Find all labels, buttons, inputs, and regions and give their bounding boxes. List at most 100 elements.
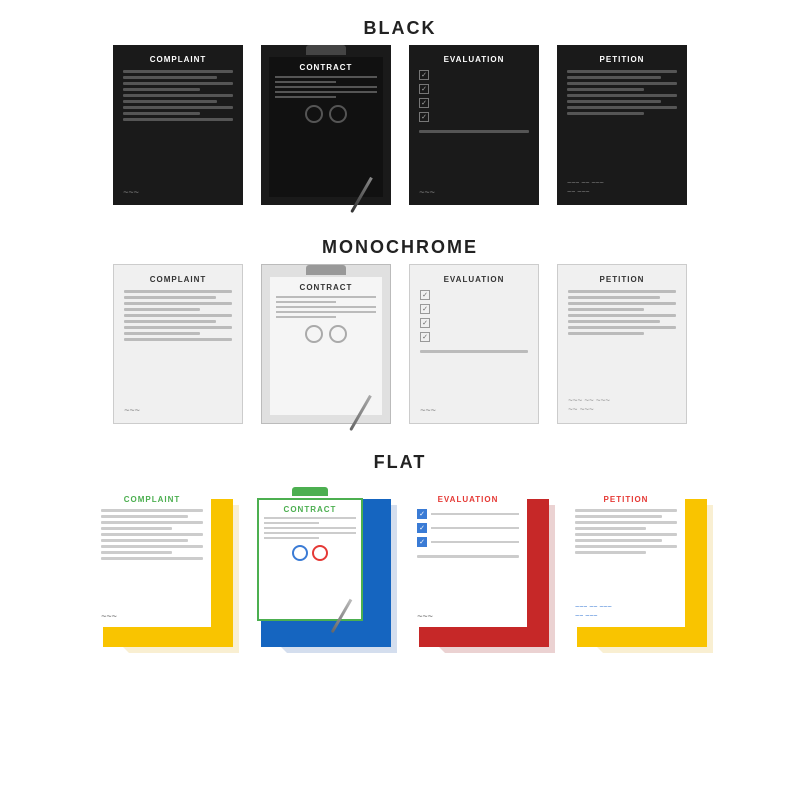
line [575,533,677,536]
complaint-flat[interactable]: COMPLAINT ~~~ [93,487,233,647]
contract-flat[interactable]: CONTRACT [251,487,391,647]
line [124,332,200,335]
evaluation-black[interactable]: EVALUATION ~~~ [409,45,539,205]
checkbox-1 [419,70,429,80]
line [123,118,233,121]
checkbox-2 [420,304,430,314]
contract-black-title: CONTRACT [275,63,377,72]
line [275,91,377,93]
line [264,517,356,519]
line [568,326,676,329]
signature: ~~~ [101,611,203,621]
monochrome-section: MONOCHROME COMPLAINT ~~~ CONTRACT [0,223,800,424]
line [124,338,232,341]
evaluation-flat[interactable]: EVALUATION ~~~ [409,487,549,647]
checkbox-4 [420,332,430,342]
line [276,306,376,308]
clipboard-body: CONTRACT [269,57,383,197]
flat-label: FLAT [0,442,800,479]
line [567,82,677,85]
line [123,106,233,109]
check-row-1 [419,70,433,80]
clipboard-clip [292,487,328,496]
line [276,316,336,318]
line [264,527,356,529]
line [123,70,233,73]
line [264,532,356,534]
line [417,555,519,558]
line [575,509,677,512]
line [276,301,336,303]
line [101,527,172,530]
signature: ~~~ [419,187,435,197]
line [101,521,203,524]
black-label: BLACK [0,8,800,45]
line [123,112,200,115]
signature: ~~~ [124,405,140,415]
contract-mono[interactable]: CONTRACT [261,264,391,424]
black-section: BLACK COMPLAINT ~~~ CONTRACT [0,0,800,205]
petition-flat-title: PETITION [575,495,677,504]
line [575,521,677,524]
line [567,70,677,73]
complaint-black-title: COMPLAINT [123,55,233,64]
line [124,290,232,293]
signature: ~~~ [417,611,519,621]
flat-row: COMPLAINT ~~~ [0,479,800,647]
check-line [431,513,519,515]
line [568,302,676,305]
clipboard-clip [306,265,346,275]
contract-flat-title: CONTRACT [264,505,356,514]
check-row-1 [420,290,434,300]
line [568,320,660,323]
monochrome-label: MONOCHROME [0,227,800,264]
line [101,539,188,542]
seal-1 [292,545,308,561]
petition-signatures: ~~~ ~~ ~~~~~ ~~~ [567,179,604,197]
line [575,527,646,530]
checkbox-2 [419,84,429,94]
clipboard-body: CONTRACT [270,277,382,415]
line [567,106,677,109]
petition-mono[interactable]: PETITION ~~~ ~~ ~~~~~ ~~~ [557,264,687,424]
petition-signatures: ~~~ ~~ ~~~~~ ~~~ [568,396,610,415]
line [123,76,217,79]
line [276,296,376,298]
seal-area [276,325,376,343]
seal-2 [312,545,328,561]
petition-black[interactable]: PETITION ~~~ ~~ ~~~~~ ~~~ [557,45,687,205]
checkbox-3 [417,537,427,547]
check-row-3 [419,98,433,108]
line [101,545,203,548]
line [276,311,376,313]
line [575,545,677,548]
line [575,539,662,542]
line [568,296,660,299]
complaint-mono[interactable]: COMPLAINT ~~~ [113,264,243,424]
contract-flat-clipboard: CONTRACT [251,487,369,627]
check-row-4 [419,112,433,122]
line [124,308,200,311]
line [568,314,676,317]
evaluation-mono[interactable]: EVALUATION ~~~ [409,264,539,424]
petition-flat-doc: PETITION ~~~ ~~ ~~~~~ ~~~ [567,487,685,627]
checkbox-1 [420,290,430,300]
signature: ~~~ [420,405,436,415]
petition-flat[interactable]: PETITION ~~~ ~~ ~~~~~ ~~~ [567,487,707,647]
complaint-black[interactable]: COMPLAINT ~~~ [113,45,243,205]
line [124,302,232,305]
check-row-3 [417,537,519,547]
checkbox-3 [420,318,430,328]
evaluation-mono-title: EVALUATION [420,275,528,284]
flat-section: FLAT COMPLAINT ~~~ [0,442,800,647]
line [275,81,336,83]
line [275,96,336,98]
line [101,509,203,512]
line [275,86,377,88]
contract-black[interactable]: CONTRACT [261,45,391,205]
complaint-flat-title: COMPLAINT [101,495,203,504]
evaluation-black-title: EVALUATION [419,55,529,64]
line [101,533,203,536]
checkbox-3 [419,98,429,108]
petition-signatures: ~~~ ~~ ~~~~~ ~~~ [575,604,677,621]
